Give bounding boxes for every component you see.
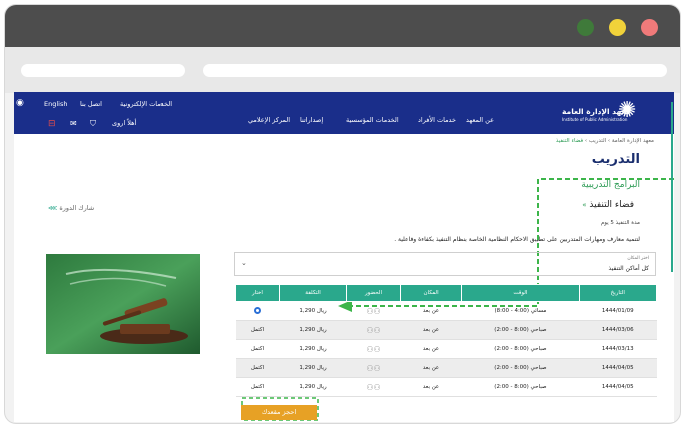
row-date: 1444/04/05 xyxy=(579,377,657,397)
sessions-table: اختار التكلفة الحضور المكان الوقت التاري… xyxy=(235,284,658,397)
tab-placeholder[interactable] xyxy=(21,64,185,77)
row-place: عن بعد xyxy=(400,339,462,359)
row-cost: 1,290 ريال xyxy=(279,320,347,340)
row-action: اكتمل xyxy=(235,377,280,397)
col-place: المكان xyxy=(399,284,463,302)
row-date: 1444/03/06 xyxy=(579,320,657,340)
row-time: مسائي (4:00 - 8:00) xyxy=(461,301,580,321)
row-select[interactable] xyxy=(235,301,280,321)
table-row[interactable]: اكتمل 1,290 ريال ⚇⚇ عن بعد صباحي (8:00 -… xyxy=(235,339,657,359)
row-cost: 1,290 ريال xyxy=(279,339,347,359)
col-select: اختار xyxy=(235,284,280,302)
row-date: 1444/01/09 xyxy=(579,301,657,321)
row-place: عن بعد xyxy=(400,320,462,340)
attendance-icon: ⚇⚇ xyxy=(346,320,401,340)
row-action: اكتمل xyxy=(235,358,280,378)
attendance-icon: ⚇⚇ xyxy=(346,358,401,378)
col-attendance: الحضور xyxy=(346,284,401,302)
row-place: عن بعد xyxy=(400,301,462,321)
attendance-icon: ⚇⚇ xyxy=(346,301,401,321)
row-time: صباحي (8:00 - 2:00) xyxy=(461,358,580,378)
row-time: صباحي (8:00 - 2:00) xyxy=(461,377,580,397)
window-dot-yellow-icon[interactable] xyxy=(609,19,626,36)
table-row[interactable]: 1,290 ريال ⚇⚇ عن بعد مسائي (4:00 - 8:00)… xyxy=(235,301,657,321)
attendance-icon: ⚇⚇ xyxy=(346,339,401,359)
row-cost: 1,290 ريال xyxy=(279,377,347,397)
window-dot-green-icon[interactable] xyxy=(577,19,594,36)
table-header-row: اختار التكلفة الحضور المكان الوقت التاري… xyxy=(235,284,658,302)
web-page: ◉ English اتصل بنا الخدمات الإلكترونية ⌕… xyxy=(14,92,674,422)
table-row[interactable]: اكتمل 1,290 ريال ⚇⚇ عن بعد صباحي (8:00 -… xyxy=(235,320,657,340)
col-time: الوقت xyxy=(461,284,580,302)
url-field[interactable] xyxy=(203,64,667,77)
table-row[interactable]: اكتمل 1,290 ريال ⚇⚇ عن بعد صباحي (8:00 -… xyxy=(235,358,657,378)
title-bar xyxy=(5,5,680,47)
row-date: 1444/04/05 xyxy=(579,358,657,378)
gavel-flag-image xyxy=(46,254,200,354)
book-seat-button[interactable]: احجز مقعدك xyxy=(241,405,317,420)
row-action: اكتمل xyxy=(235,339,280,359)
row-action: اكتمل xyxy=(235,320,280,340)
col-cost: التكلفة xyxy=(278,284,348,302)
row-time: صباحي (8:00 - 2:00) xyxy=(461,339,580,359)
attendance-icon: ⚇⚇ xyxy=(346,377,401,397)
chevron-down-icon[interactable]: ⌄ xyxy=(241,259,247,267)
location-select-value: كل أماكن التنفيذ xyxy=(608,265,649,272)
table-row[interactable]: اكتمل 1,290 ريال ⚇⚇ عن بعد صباحي (8:00 -… xyxy=(235,377,657,397)
row-cost: 1,290 ريال xyxy=(279,358,347,378)
row-time: صباحي (8:00 - 2:00) xyxy=(461,320,580,340)
col-date: التاريخ xyxy=(578,284,658,302)
row-date: 1444/03/13 xyxy=(579,339,657,359)
row-place: عن بعد xyxy=(400,377,462,397)
address-bar xyxy=(5,47,680,93)
location-select[interactable]: اختر المكان كل أماكن التنفيذ ⌄ xyxy=(234,252,656,276)
row-place: عن بعد xyxy=(400,358,462,378)
radio-selected-icon[interactable] xyxy=(253,306,261,314)
location-select-label: اختر المكان xyxy=(627,256,649,261)
row-cost: 1,290 ريال xyxy=(279,301,347,321)
window-dot-red-icon[interactable] xyxy=(641,19,658,36)
course-image xyxy=(46,254,200,354)
